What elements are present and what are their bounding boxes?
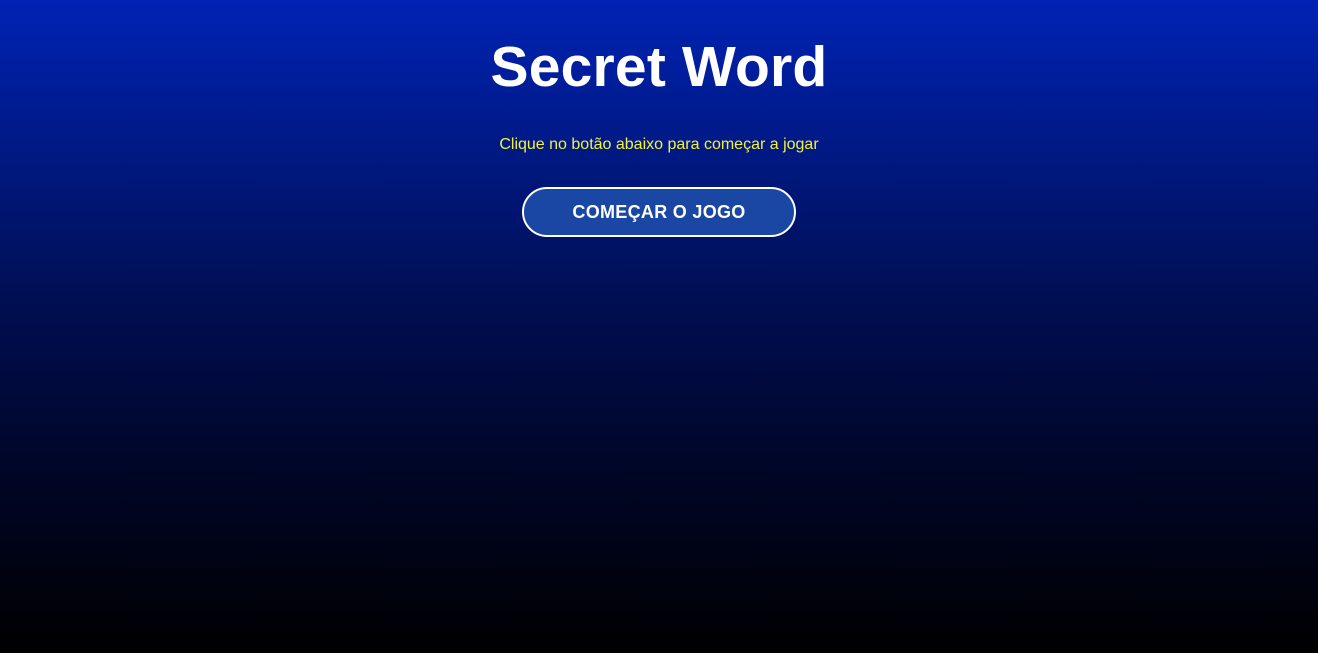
game-title: Secret Word: [490, 35, 828, 99]
start-screen: Secret Word Clique no botão abaixo para …: [0, 0, 1318, 653]
start-instructions: Clique no botão abaixo para começar a jo…: [499, 136, 819, 153]
start-game-button[interactable]: COMEÇAR O JOGO: [522, 187, 796, 237]
